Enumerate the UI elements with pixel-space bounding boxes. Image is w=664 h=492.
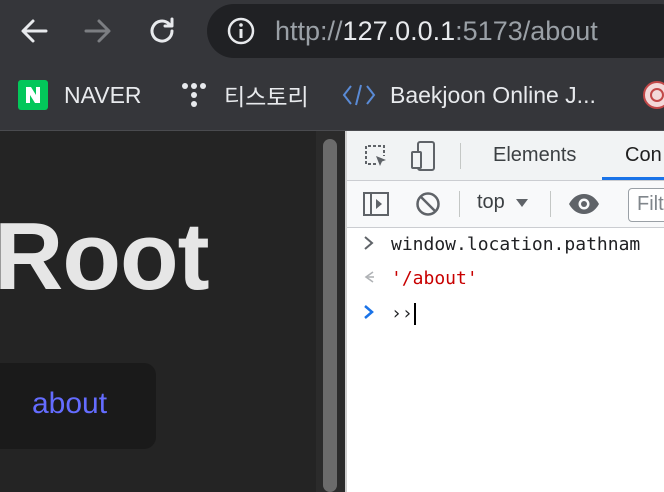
- context-selector[interactable]: top: [477, 191, 529, 214]
- tab-console[interactable]: Con: [625, 144, 662, 167]
- console-result-line: '/about': [347, 262, 664, 296]
- url-path: :5173/about: [455, 16, 598, 46]
- reload-icon: [150, 17, 174, 43]
- devtools-tab-bar: Elements Con: [347, 131, 664, 181]
- prompt-text: ››: [391, 303, 413, 324]
- bookmark-naver[interactable]: NAVER: [18, 78, 142, 112]
- device-mode-icon: [411, 141, 435, 171]
- page-scrollbar[interactable]: [316, 131, 346, 492]
- forward-button[interactable]: [80, 13, 116, 49]
- block-icon: [416, 192, 440, 216]
- toolbar-divider: [460, 143, 461, 169]
- inspect-cursor-icon: [365, 145, 386, 166]
- page-title: Root: [0, 203, 210, 310]
- chevron-right-icon: [363, 234, 375, 257]
- back-arrow-icon: [21, 19, 48, 43]
- url-text[interactable]: http://127.0.0.1:5173/about: [275, 16, 598, 46]
- url-scheme: http://: [275, 16, 343, 46]
- devtools-panel: Elements Con top Filt window.location.pa…: [347, 131, 664, 492]
- console-toolbar: top Filt: [347, 181, 664, 228]
- back-button[interactable]: [16, 13, 52, 49]
- scrollbar-thumb[interactable]: [323, 139, 337, 492]
- eye-icon: [569, 194, 599, 214]
- prompt-chevron-icon: [363, 303, 375, 326]
- about-link-label: about: [32, 387, 108, 420]
- tab-elements[interactable]: Elements: [493, 144, 576, 167]
- bookmark-label: Baekjoon Online J...: [390, 81, 596, 108]
- bookmark-label: 티스토리: [224, 84, 309, 110]
- page-viewport: Root about: [0, 131, 316, 492]
- console-prompt-input[interactable]: ››: [391, 303, 416, 325]
- inspect-element-button[interactable]: [361, 141, 391, 171]
- filter-placeholder: Filt: [637, 193, 664, 215]
- sidebar-toggle-icon: [363, 192, 389, 216]
- result-arrow-icon: [363, 268, 375, 291]
- bookmark-extra[interactable]: [642, 78, 664, 112]
- toolbar-divider: [459, 191, 460, 217]
- browser-toolbar: http://127.0.0.1:5173/about: [0, 0, 664, 62]
- context-label: top: [477, 191, 505, 213]
- dropdown-triangle-icon: [515, 198, 528, 207]
- naver-icon: [18, 80, 48, 110]
- info-icon[interactable]: [227, 17, 255, 45]
- device-toolbar-button[interactable]: [409, 140, 439, 172]
- code-icon: [342, 83, 376, 107]
- live-expression-button[interactable]: [567, 189, 601, 219]
- url-host: 127.0.0.1: [342, 16, 456, 46]
- about-link-button[interactable]: about: [0, 363, 156, 449]
- sidebar-toggle-button[interactable]: [361, 189, 391, 219]
- tistory-icon: [180, 81, 208, 109]
- reload-button[interactable]: [144, 13, 180, 49]
- filter-input[interactable]: Filt: [628, 188, 664, 222]
- bookmark-label: NAVER: [64, 81, 142, 108]
- console-prompt-line[interactable]: ››: [347, 297, 664, 331]
- toolbar-divider: [550, 191, 551, 217]
- text-cursor: [413, 303, 416, 325]
- clear-console-button[interactable]: [413, 189, 443, 219]
- site-favicon-icon: [642, 80, 664, 110]
- console-result-value: '/about': [391, 268, 478, 289]
- address-bar[interactable]: http://127.0.0.1:5173/about: [207, 4, 664, 58]
- active-tab-indicator: [602, 177, 664, 180]
- bookmark-baekjoon[interactable]: Baekjoon Online J...: [342, 78, 596, 112]
- forward-arrow-icon: [84, 19, 111, 43]
- bookmarks-bar: NAVER 티스토리 Baekjoon Online J...: [0, 62, 664, 131]
- console-command: window.location.pathnam: [391, 234, 641, 255]
- console-input-line: window.location.pathnam: [347, 228, 664, 262]
- bookmark-tistory[interactable]: 티스토리: [180, 78, 309, 112]
